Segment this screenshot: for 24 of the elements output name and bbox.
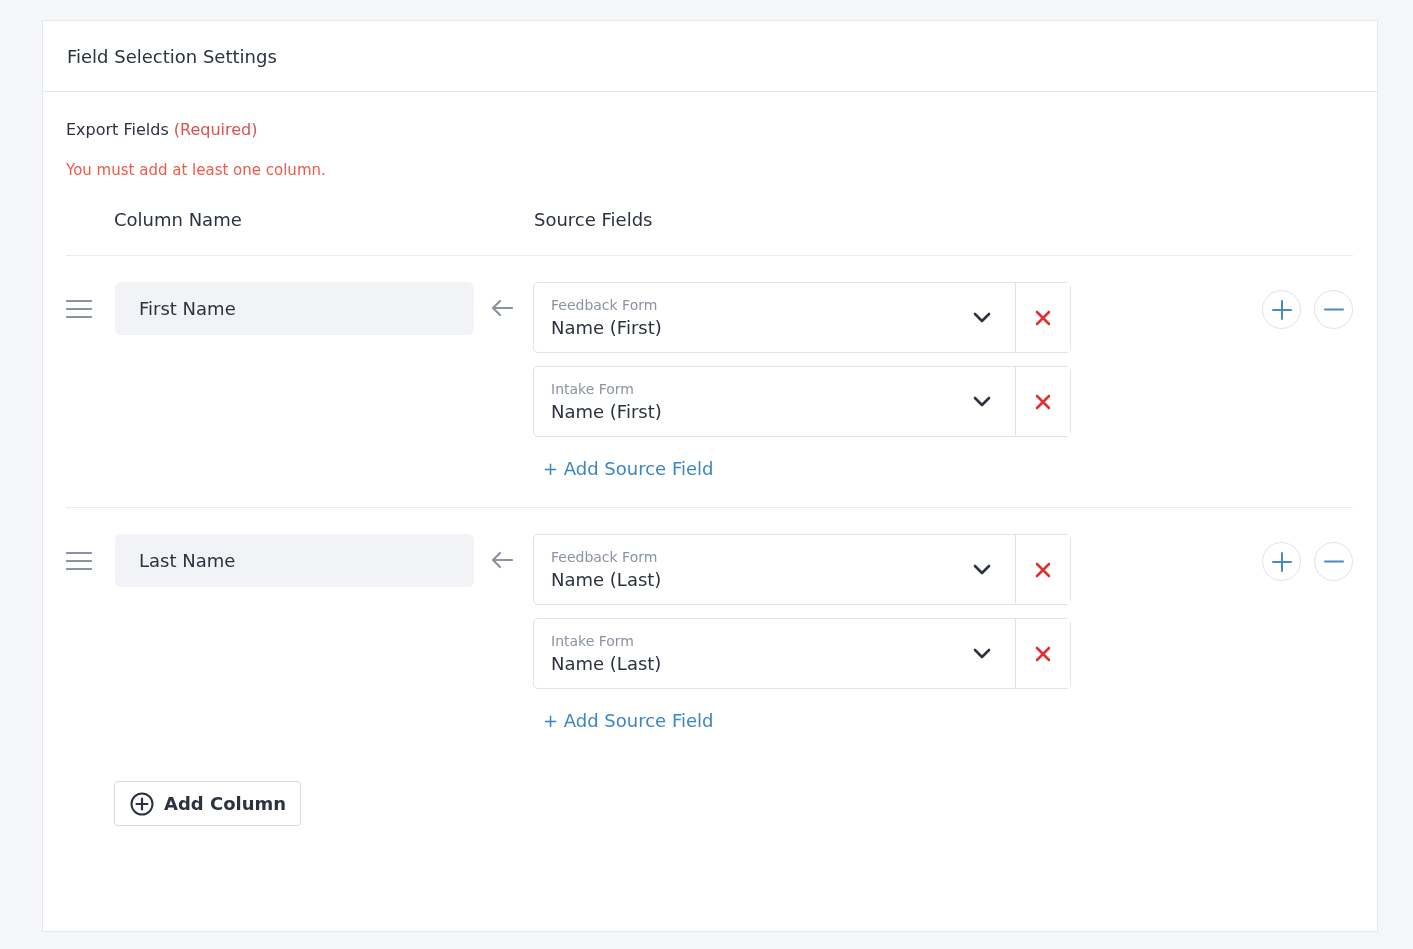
column-header: Column Name — [114, 209, 243, 230]
remove-row-button[interactable] — [1314, 542, 1353, 581]
add-source-field-link[interactable]: + Add Source Field — [543, 710, 714, 731]
add-source-field-link[interactable]: + Add Source Field — [543, 458, 714, 479]
left-arrow-icon — [491, 551, 513, 569]
minus-icon — [1323, 308, 1344, 311]
field-label: Export Fields — [66, 120, 169, 139]
minus-icon — [1323, 560, 1344, 563]
remove-row-button[interactable] — [1314, 290, 1353, 329]
required-note: (Required) — [173, 120, 258, 139]
column-header: Source Fields — [534, 209, 653, 230]
left-arrow-icon — [491, 299, 513, 317]
add-row-button[interactable] — [1262, 290, 1301, 329]
panel-title: Field Selection Settings — [67, 45, 277, 67]
error-message: You must add at least one column. — [66, 161, 327, 179]
column-name-input[interactable]: First Name — [115, 282, 474, 335]
add-row-button[interactable] — [1262, 542, 1301, 581]
plus-circle-icon — [130, 791, 154, 816]
drag-handle-icon[interactable] — [66, 551, 92, 571]
add-column-button[interactable]: Add Column — [114, 781, 302, 826]
drag-handle-icon[interactable] — [66, 299, 92, 319]
plus-icon — [1271, 551, 1292, 572]
column-name-input[interactable]: Last Name — [115, 534, 474, 587]
plus-icon — [1271, 299, 1292, 320]
